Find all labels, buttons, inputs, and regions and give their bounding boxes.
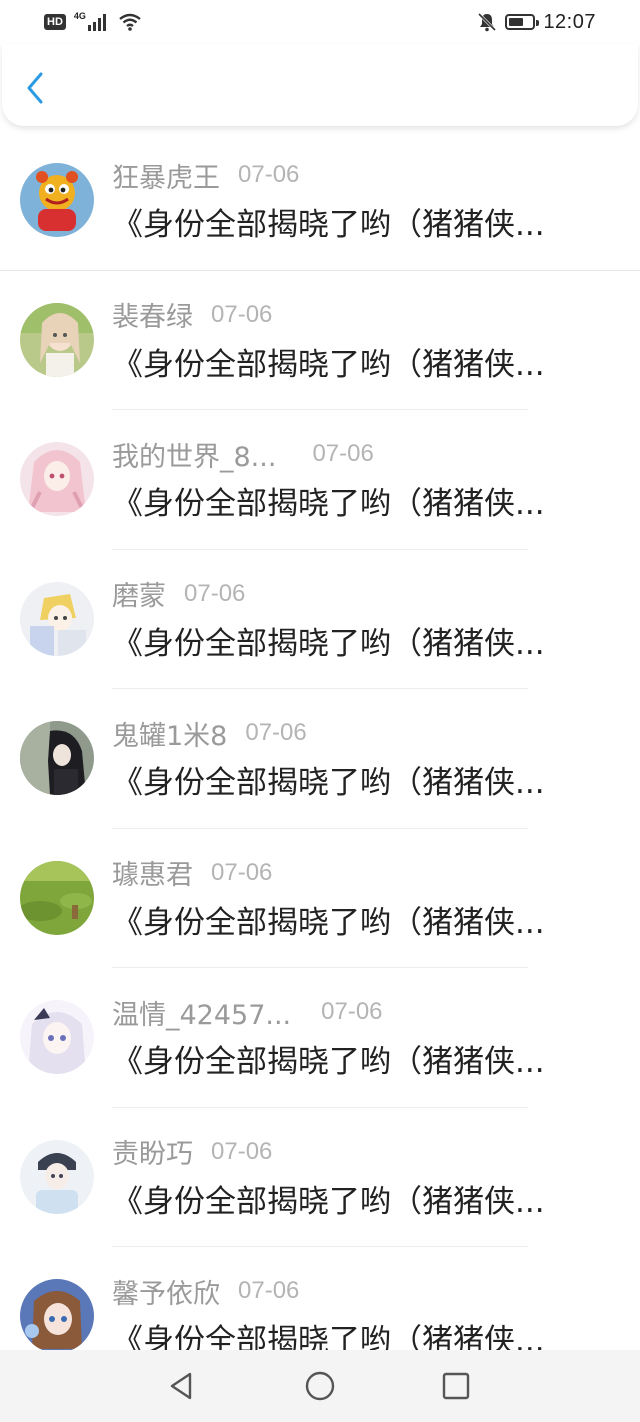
message-preview[interactable]: 《身份全部揭晓了哟（猪猪侠... xyxy=(112,624,592,664)
avatar[interactable] xyxy=(20,1000,94,1074)
back-triangle-icon xyxy=(170,1372,192,1400)
avatar[interactable] xyxy=(20,581,94,656)
username[interactable]: 温情_42457... xyxy=(112,993,291,1032)
message-preview[interactable]: 《身份全部揭晓了哟（猪猪侠... xyxy=(112,345,592,385)
wifi-icon xyxy=(118,13,142,31)
message-preview[interactable]: 《身份全部揭晓了哟（猪猪侠... xyxy=(112,1042,592,1082)
status-left: HD 4G xyxy=(44,11,142,31)
username[interactable]: 责盼巧 xyxy=(112,1132,193,1171)
message-preview[interactable]: 《身份全部揭晓了哟（猪猪侠... xyxy=(112,484,592,524)
hd-badge: HD xyxy=(44,14,66,30)
system-nav-bar xyxy=(0,1350,640,1422)
date: 07-06 xyxy=(321,998,383,1025)
list-item[interactable]: 璩惠君 07-06 《身份全部揭晓了哟（猪猪侠... xyxy=(0,829,640,969)
username[interactable]: 磨蒙 xyxy=(112,574,166,613)
username[interactable]: 裴春绿 xyxy=(112,295,193,334)
item-meta: 馨予依欣 07-06 xyxy=(112,1272,300,1311)
item-meta: 璩惠君 07-06 xyxy=(112,853,273,892)
clock: 12:07 xyxy=(543,10,596,33)
message-preview[interactable]: 《身份全部揭晓了哟（猪猪侠... xyxy=(112,205,592,245)
username[interactable]: 鬼罐1米8 xyxy=(112,714,227,753)
avatar[interactable] xyxy=(20,1139,94,1214)
item-meta: 责盼巧 07-06 xyxy=(112,1132,273,1171)
list-item[interactable]: 责盼巧 07-06 《身份全部揭晓了哟（猪猪侠... xyxy=(0,1108,640,1248)
status-right: 12:07 xyxy=(477,11,596,34)
avatar[interactable] xyxy=(20,721,94,795)
username[interactable]: 璩惠君 xyxy=(112,853,193,892)
item-meta: 鬼罐1米8 07-06 xyxy=(112,714,307,753)
item-meta: 裴春绿 07-06 xyxy=(112,295,273,334)
username[interactable]: 馨予依欣 xyxy=(112,1272,220,1311)
mute-bell-icon xyxy=(477,12,497,32)
date: 07-06 xyxy=(211,1137,273,1165)
avatar[interactable] xyxy=(20,860,94,935)
message-list[interactable]: 狂暴虎王 07-06 《身份全部揭晓了哟（猪猪侠... 裴春绿 07-06 《身… xyxy=(0,131,640,1350)
message-preview[interactable]: 《身份全部揭晓了哟（猪猪侠... xyxy=(112,903,592,943)
username[interactable]: 我的世界_8... xyxy=(112,435,276,474)
date: 07-06 xyxy=(245,719,307,746)
item-meta: 磨蒙 07-06 xyxy=(112,574,246,613)
item-meta: 狂暴虎王 07-06 xyxy=(112,156,300,195)
avatar[interactable] xyxy=(20,442,94,516)
message-preview[interactable]: 《身份全部揭晓了哟（猪猪侠... xyxy=(112,1182,592,1222)
date: 07-06 xyxy=(184,579,246,607)
message-preview[interactable]: 《身份全部揭晓了哟（猪猪侠... xyxy=(112,763,592,803)
date: 07-06 xyxy=(238,1277,300,1304)
item-meta: 我的世界_8... 07-06 xyxy=(112,435,374,474)
top-app-bar xyxy=(2,44,638,126)
nav-back-button[interactable] xyxy=(166,1370,198,1402)
list-item[interactable]: 鬼罐1米8 07-06 《身份全部揭晓了哟（猪猪侠... xyxy=(0,689,640,829)
home-circle-icon xyxy=(305,1371,335,1401)
date: 07-06 xyxy=(312,440,374,467)
avatar[interactable] xyxy=(20,302,94,377)
username[interactable]: 狂暴虎王 xyxy=(112,156,220,195)
list-item[interactable]: 温情_42457... 07-06 《身份全部揭晓了哟（猪猪侠... xyxy=(0,968,640,1108)
message-preview[interactable]: 《身份全部揭晓了哟（猪猪侠... xyxy=(112,1321,592,1350)
date: 07-06 xyxy=(211,300,273,328)
back-button[interactable] xyxy=(20,68,50,108)
signal-icon xyxy=(87,13,110,31)
list-item[interactable]: 我的世界_8... 07-06 《身份全部揭晓了哟（猪猪侠... xyxy=(0,410,640,550)
status-bar: HD 4G 12:07 xyxy=(0,0,640,44)
chevron-left-icon xyxy=(27,72,43,104)
list-item[interactable]: 裴春绿 07-06 《身份全部揭晓了哟（猪猪侠... xyxy=(0,271,640,411)
battery-icon xyxy=(505,14,540,30)
avatar[interactable] xyxy=(20,163,94,237)
avatar[interactable] xyxy=(20,1279,94,1350)
nav-recents-button[interactable] xyxy=(440,1370,472,1402)
date: 07-06 xyxy=(211,858,273,886)
item-meta: 温情_42457... 07-06 xyxy=(112,993,383,1032)
recents-square-icon xyxy=(442,1372,470,1400)
battery-level xyxy=(509,18,523,26)
date: 07-06 xyxy=(238,161,300,188)
nav-home-button[interactable] xyxy=(304,1370,336,1402)
list-item[interactable]: 馨予依欣 07-06 《身份全部揭晓了哟（猪猪侠... xyxy=(0,1247,640,1350)
network-type: 4G xyxy=(73,11,86,21)
screen: HD 4G 12:07 狂暴虎王 07-06 《身份全部揭晓了哟（猪猪侠... … xyxy=(0,0,640,1422)
list-item[interactable]: 狂暴虎王 07-06 《身份全部揭晓了哟（猪猪侠... xyxy=(0,131,640,271)
list-item[interactable]: 磨蒙 07-06 《身份全部揭晓了哟（猪猪侠... xyxy=(0,550,640,690)
